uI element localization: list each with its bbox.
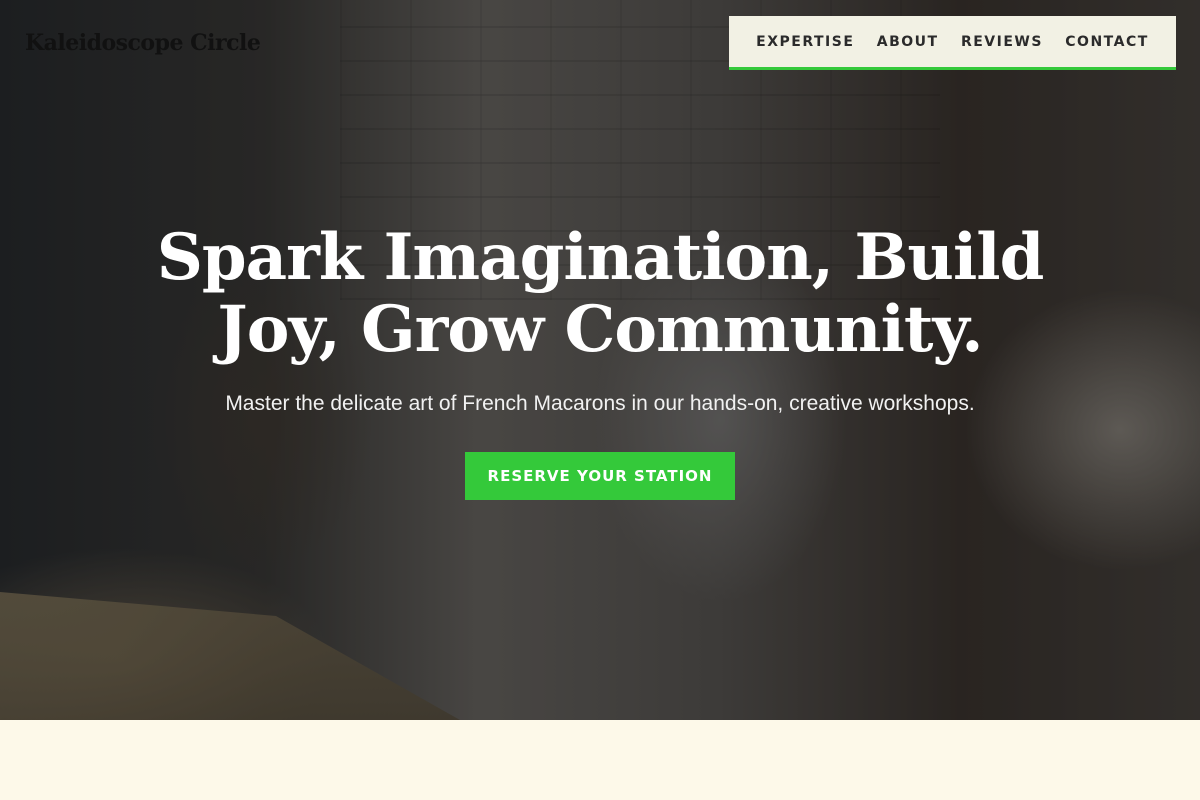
hero-subheadline: Master the delicate art of French Macaro…	[225, 392, 975, 415]
hero-headline: Spark Imagination, Build Joy, Grow Commu…	[156, 220, 1045, 367]
nav-item-expertise[interactable]: EXPERTISE	[756, 34, 854, 50]
content-section	[0, 720, 1200, 800]
nav-item-about[interactable]: ABOUT	[877, 34, 939, 50]
main-nav: EXPERTISE ABOUT REVIEWS CONTACT	[729, 16, 1176, 70]
nav-item-reviews[interactable]: REVIEWS	[961, 34, 1043, 50]
nav-item-contact[interactable]: CONTACT	[1065, 34, 1149, 50]
reserve-station-button[interactable]: RESERVE YOUR STATION	[465, 452, 735, 500]
site-logo[interactable]: Kaleidoscope Circle	[25, 30, 261, 56]
